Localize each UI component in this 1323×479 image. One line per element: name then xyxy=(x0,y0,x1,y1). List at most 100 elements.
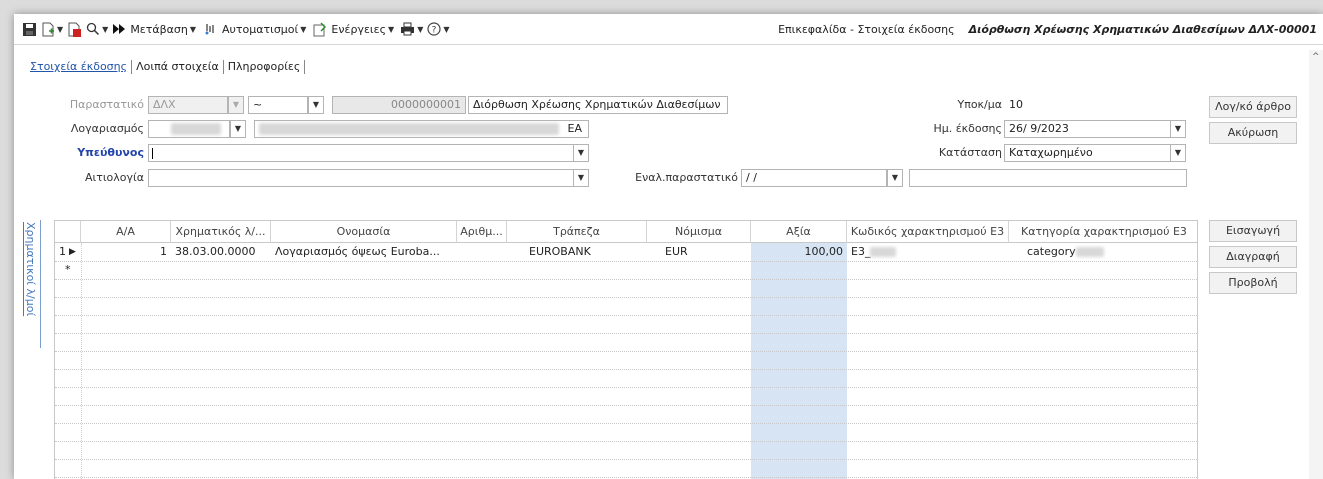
alt-document-date-field[interactable]: / / xyxy=(741,169,887,187)
automations-menu[interactable]: Αυτοματισμοί ▼ xyxy=(202,18,308,40)
account-name-field[interactable]: ΕΑ xyxy=(254,120,589,138)
row-number: 1 xyxy=(59,245,66,258)
alt-document-field[interactable] xyxy=(909,169,1187,187)
tab-strip: Στοιχεία έκδοσης Λοιπά στοιχεία Πληροφορ… xyxy=(26,60,306,74)
new-row-marker[interactable]: * xyxy=(65,261,71,279)
actions-label: Ενέργειες xyxy=(331,22,387,36)
actions-menu[interactable]: Ενέργειες ▼ xyxy=(310,18,396,40)
new-document-icon[interactable]: ▼ xyxy=(39,18,65,40)
row-divider xyxy=(55,297,1197,298)
document-number-field[interactable]: 0000000001 xyxy=(332,96,466,114)
row-divider xyxy=(55,369,1197,370)
row-divider xyxy=(55,405,1197,406)
help-menu[interactable]: ? ▼ xyxy=(425,18,451,40)
column-header-aa[interactable]: Α/Α xyxy=(81,221,171,243)
series-select[interactable]: ΔΛΧ xyxy=(148,96,228,114)
row-divider xyxy=(55,261,1197,262)
column-header-currency[interactable]: Νόμισμα xyxy=(647,221,751,243)
row-bank[interactable]: EUROBANK xyxy=(529,243,645,261)
row-currency[interactable]: EUR xyxy=(665,243,745,261)
row-divider xyxy=(55,387,1197,388)
row-e3-code[interactable]: E3_ xyxy=(851,243,1001,261)
save-icon[interactable] xyxy=(20,18,39,40)
row-e3-code-text: E3_ xyxy=(851,245,871,258)
document-window: ▼ ▼ Μετάβαση ▼ Αυτοματισμοί ▼ Ενέργειες … xyxy=(14,14,1323,479)
chevron-down-icon[interactable]: ▼ xyxy=(102,25,108,34)
row-divider xyxy=(55,459,1197,460)
row-divider xyxy=(55,477,1197,478)
printer-icon xyxy=(401,22,415,36)
column-header-e3-category[interactable]: Κατηγορία χαρακτηρισμού Ε3 xyxy=(1009,221,1197,243)
lines-grid: Α/Α Χρηματικός λ/... Ονομασία Αριθμ... Τ… xyxy=(54,220,1198,479)
side-tab-label: Χρηματικοί λ/μοί xyxy=(24,222,37,317)
tab-information[interactable]: Πληροφορίες xyxy=(224,60,306,74)
fast-forward-icon xyxy=(113,24,126,34)
row-value[interactable]: 100,00 xyxy=(751,243,844,261)
chevron-down-icon[interactable]: ▼ xyxy=(57,25,63,34)
scroll-up-icon[interactable]: ^ xyxy=(1312,52,1320,62)
row-aa[interactable]: 1 xyxy=(81,243,167,261)
column-header-name[interactable]: Ονομασία xyxy=(271,221,457,243)
column-header-bank[interactable]: Τράπεζα xyxy=(507,221,647,243)
row-cash-account[interactable]: 38.03.00.0000 xyxy=(175,243,271,261)
automation-icon xyxy=(205,24,214,35)
account-label: Λογαριασμός xyxy=(70,122,144,135)
chevron-down-icon[interactable]: ▼ xyxy=(573,169,589,187)
journal-entry-button[interactable]: Λογ/κό άρθρο xyxy=(1209,96,1297,118)
tab-issue-details[interactable]: Στοιχεία έκδοσης xyxy=(26,60,133,74)
view-row-button[interactable]: Προβολή xyxy=(1209,272,1297,294)
chevron-down-icon[interactable]: ▼ xyxy=(443,25,449,34)
issue-date-field[interactable]: 26/ 9/2023 xyxy=(1004,120,1172,138)
chevron-down-icon[interactable]: ▼ xyxy=(1170,144,1186,162)
row-number-field[interactable] xyxy=(461,243,505,261)
responsible-field[interactable] xyxy=(148,144,574,162)
insert-row-button[interactable]: Εισαγωγή xyxy=(1209,220,1297,242)
column-header-e3-code[interactable]: Κωδικός χαρακτηρισμού Ε3 xyxy=(847,221,1009,243)
vertical-scrollbar[interactable]: ^ xyxy=(1309,50,1323,479)
chevron-down-icon[interactable]: ▼ xyxy=(417,25,423,34)
issue-date-label: Ημ. έκδοσης xyxy=(933,122,1002,135)
side-tab-cash-accounts[interactable]: Χρηματικοί λ/μοί xyxy=(22,220,41,348)
print-menu[interactable]: ▼ xyxy=(398,18,425,40)
delete-document-icon[interactable] xyxy=(65,18,84,40)
tilde-select[interactable]: ~ xyxy=(248,96,308,114)
chevron-down-icon[interactable]: ▼ xyxy=(300,25,306,34)
document-description-field[interactable]: Διόρθωση Χρέωσης Χρηματικών Διαθεσίμων xyxy=(468,96,728,114)
document-label: Παραστατικό xyxy=(69,98,144,111)
column-header-cash-account[interactable]: Χρηματικός λ/... xyxy=(171,221,271,243)
cancel-button[interactable]: Ακύρωση xyxy=(1209,122,1297,144)
goto-menu[interactable]: Μετάβαση ▼ xyxy=(110,18,198,40)
actions-icon xyxy=(313,22,327,36)
chevron-down-icon[interactable]: ▼ xyxy=(887,169,903,187)
alt-document-label: Εναλ.παραστατικό xyxy=(635,171,738,184)
tab-other-details[interactable]: Λοιπά στοιχεία xyxy=(132,60,224,74)
account-code-field[interactable] xyxy=(148,120,230,138)
chevron-down-icon[interactable]: ▼ xyxy=(1170,120,1186,138)
chevron-down-icon[interactable]: ▼ xyxy=(388,25,394,34)
row-e3-category[interactable]: category xyxy=(1027,243,1187,261)
header-section: Επικεφαλίδα - Στοιχεία έκδοσης xyxy=(778,22,955,36)
document-title: Διόρθωση Χρέωσης Χρηματικών Διαθεσίμων Δ… xyxy=(968,22,1317,36)
chevron-down-icon[interactable]: ▼ xyxy=(228,96,244,114)
chevron-down-icon[interactable]: ▼ xyxy=(230,120,246,138)
column-header-value[interactable]: Αξία xyxy=(751,221,847,243)
search-icon[interactable]: ▼ xyxy=(84,18,110,40)
row-divider xyxy=(55,351,1197,352)
goto-label: Μετάβαση xyxy=(130,22,188,36)
reason-field[interactable] xyxy=(148,169,574,187)
chevron-down-icon[interactable]: ▼ xyxy=(190,25,196,34)
account-name-tail: ΕΑ xyxy=(567,122,582,135)
delete-row-button[interactable]: Διαγραφή xyxy=(1209,246,1297,268)
help-icon: ? xyxy=(427,22,441,36)
column-header-number[interactable]: Αριθμ... xyxy=(457,221,507,243)
branch-label: Υποκ/μα xyxy=(957,98,1002,111)
responsible-label: Υπεύθυνος xyxy=(77,146,144,159)
row-header-corner xyxy=(55,221,81,243)
chevron-down-icon[interactable]: ▼ xyxy=(308,96,324,114)
chevron-down-icon[interactable]: ▼ xyxy=(573,144,589,162)
row-name[interactable]: Λογαριασμός όψεως Euroba... xyxy=(275,243,455,261)
branch-field[interactable]: 10 xyxy=(1004,96,1186,114)
row-divider xyxy=(55,441,1197,442)
status-select[interactable]: Καταχωρημένο xyxy=(1004,144,1172,162)
row-divider xyxy=(55,333,1197,334)
